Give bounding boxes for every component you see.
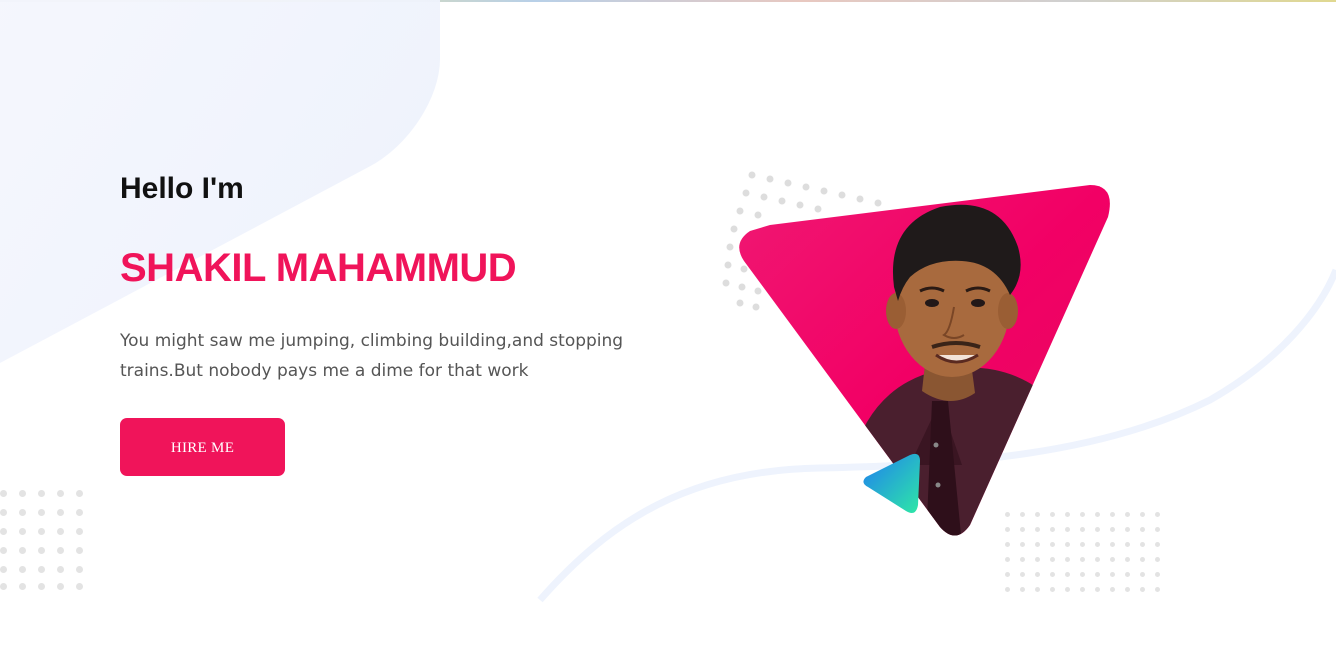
dot-grid-left <box>0 490 90 590</box>
hero-text-section: Hello I'm SHAKIL MAHAMMUD You might saw … <box>120 170 680 476</box>
play-triangle-icon <box>863 453 920 513</box>
bio-text: You might saw me jumping, climbing build… <box>120 331 624 381</box>
portrait-graphic <box>722 171 1110 536</box>
name-heading: SHAKIL MAHAMMUD <box>120 246 517 290</box>
hire-me-button[interactable]: HIRE ME <box>120 418 285 476</box>
hero-visual <box>700 165 1180 585</box>
greeting-heading: Hello I'm <box>120 172 244 205</box>
portfolio-page: Hello I'm SHAKIL MAHAMMUD You might saw … <box>0 0 1336 649</box>
